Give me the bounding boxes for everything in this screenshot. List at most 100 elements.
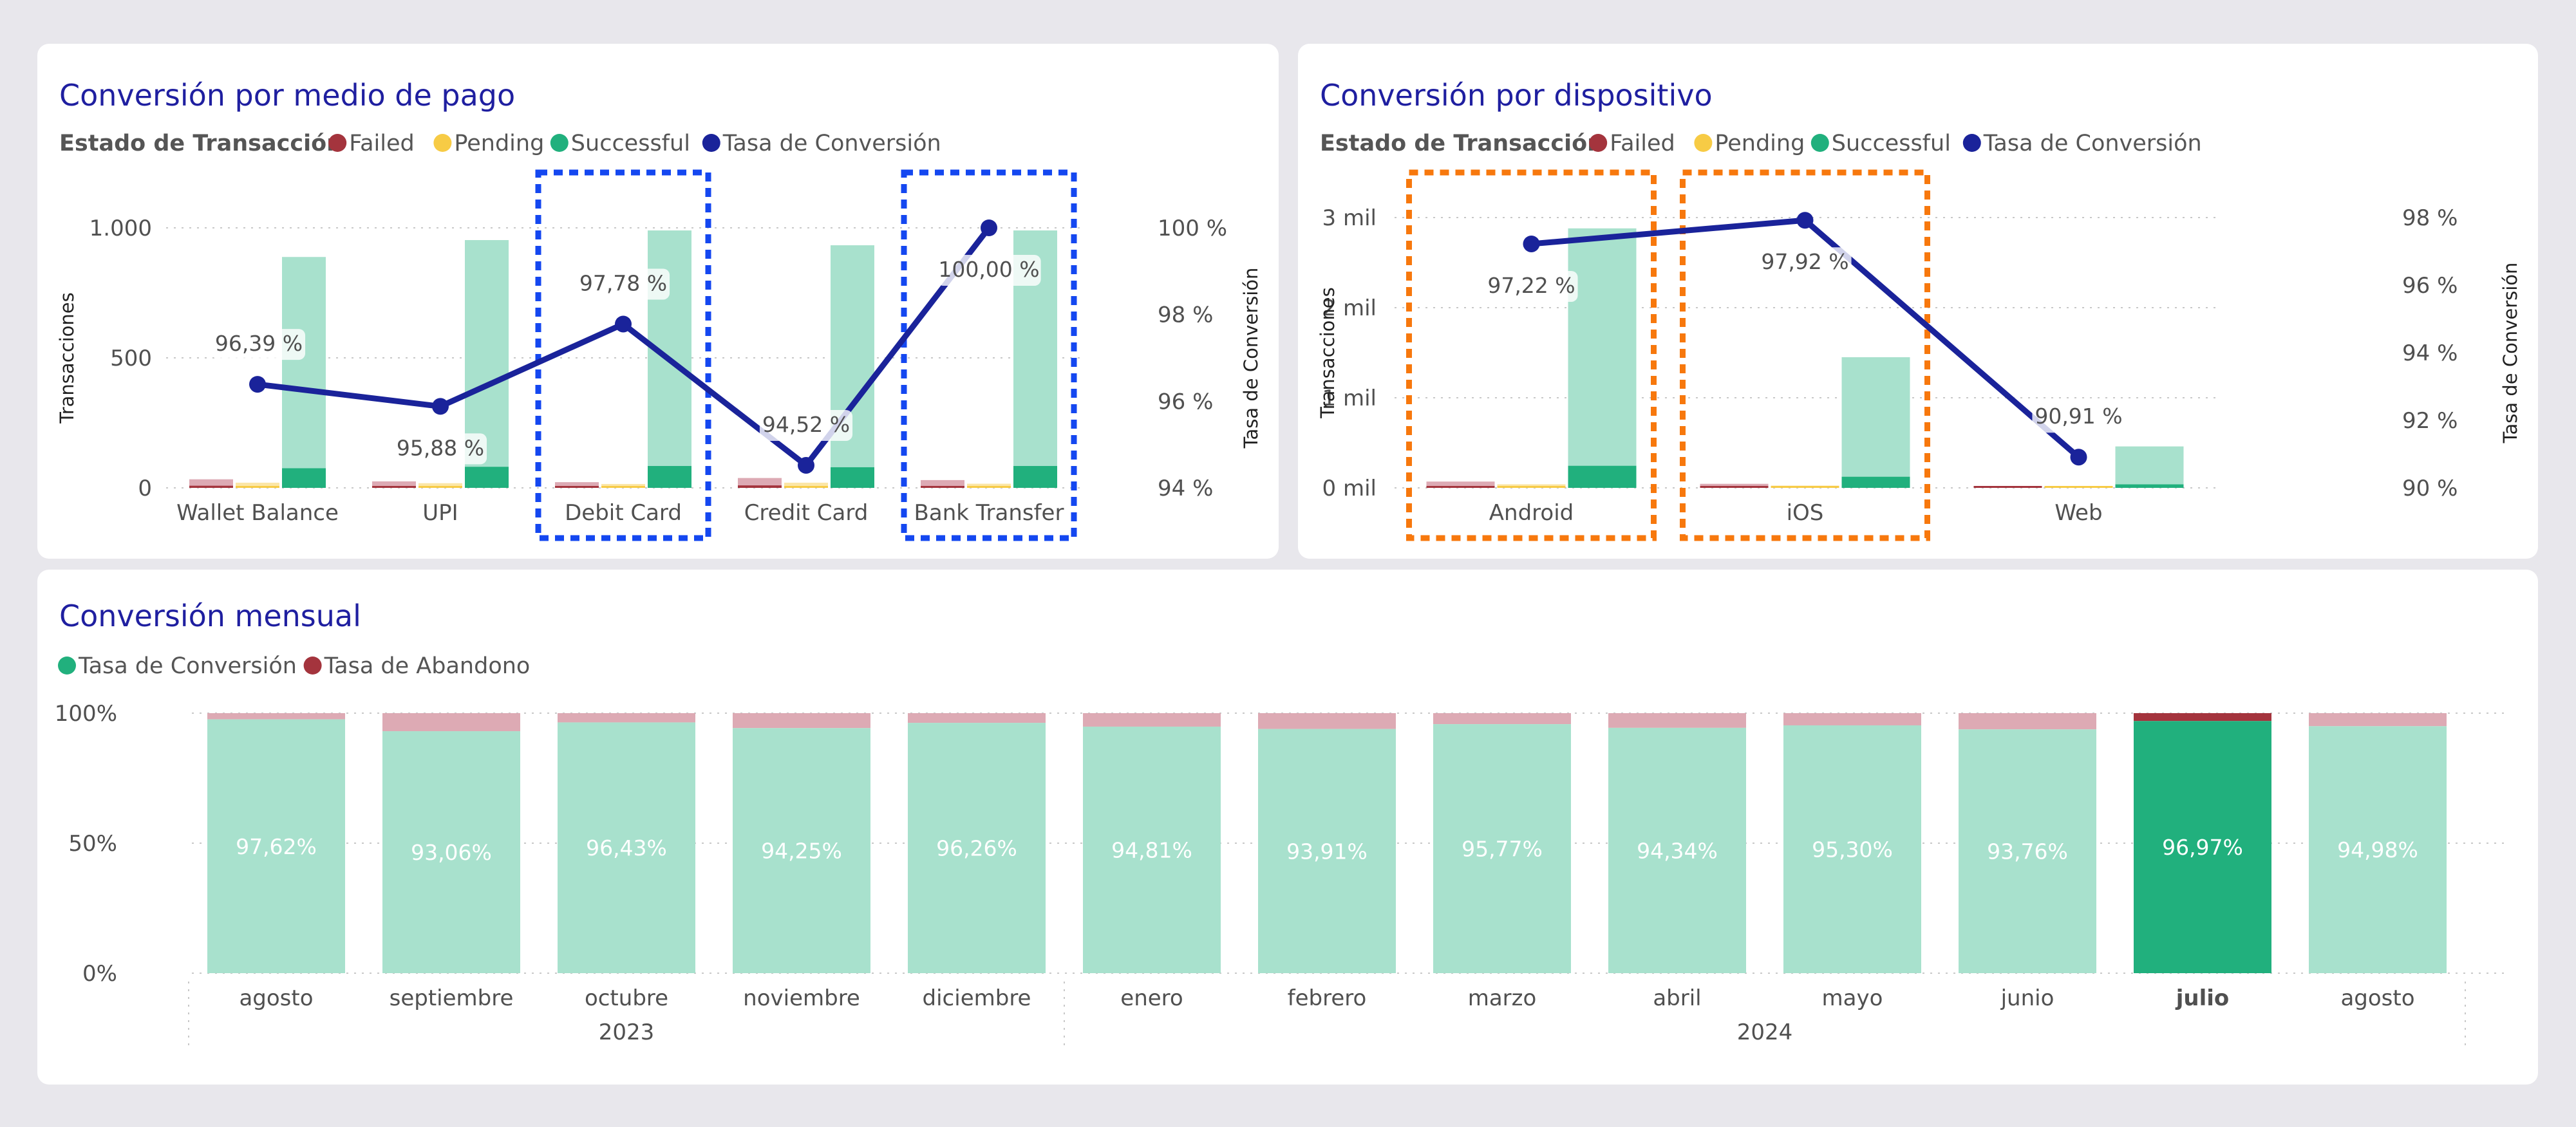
- legend-item-pending: Pending: [1715, 131, 1805, 156]
- bar-successful: [2115, 446, 2184, 488]
- x-tick-label: febrero: [1288, 985, 1367, 1011]
- chart-title: Conversión por dispositivo: [1320, 78, 1713, 113]
- legend-item-failed: Failed: [1610, 131, 1675, 156]
- x-tick-label: iOS: [1787, 500, 1824, 526]
- bar-abandon-rate: [1959, 713, 2096, 730]
- bar-abandon-rate: [1433, 713, 1571, 725]
- legend-item-successful: Successful: [1832, 131, 1951, 156]
- bar-successful-highlight: [648, 466, 691, 488]
- chart-title: Conversión mensual: [59, 599, 361, 633]
- payment-method-panel: Conversión por medio de pago Estado de Tr…: [37, 44, 1279, 559]
- bar-failed-highlight: [738, 485, 782, 488]
- x-tick-label: septiembre: [390, 985, 514, 1011]
- x-tick-label: julio: [2175, 985, 2230, 1011]
- bar-failed-highlight: [372, 486, 416, 488]
- legend-marker-tasa-de-conversi-n: [1962, 134, 1981, 152]
- bar-successful-highlight: [2115, 484, 2184, 488]
- y2-tick-label: 92 %: [2402, 408, 2458, 434]
- conversion-rate-point: [432, 398, 449, 415]
- legend-marker-tasa-de-abandono: [303, 657, 322, 675]
- bar-pending-highlight: [2044, 486, 2113, 488]
- conversion-rate-label: 95,77%: [1462, 837, 1543, 862]
- conversion-rate-label: 94,98%: [2337, 837, 2418, 862]
- y2-axis-title: Tasa de Conversión: [1240, 268, 1262, 449]
- bar-pending-highlight: [236, 486, 279, 488]
- x-tick-label: agosto: [239, 985, 313, 1011]
- conversion-rate-label: 96,26%: [936, 836, 1017, 861]
- chart-title: Conversión por medio de pago: [59, 78, 515, 113]
- bar-successful-highlight: [831, 467, 874, 488]
- y2-tick-label: 98 %: [1158, 303, 1213, 328]
- x-tick-label: marzo: [1468, 985, 1537, 1011]
- bar-successful: [1841, 357, 1910, 488]
- y-tick-label: 50%: [68, 831, 117, 857]
- y-tick-label: 0: [138, 476, 152, 501]
- y-tick-label: 500: [110, 346, 152, 371]
- year-label: 2023: [599, 1020, 655, 1045]
- x-tick-label: Android: [1489, 500, 1574, 526]
- bar-abandon-rate: [558, 713, 695, 723]
- bar-abandon-rate: [1783, 713, 1921, 725]
- bar-abandon-rate: [207, 713, 345, 720]
- monthly-chart: Conversión mensual Tasa de Conversión Tasa…: [55, 599, 2508, 1049]
- bar-failed-highlight: [1426, 486, 1495, 488]
- bar-pending-highlight: [784, 486, 828, 488]
- legend-marker-successful: [550, 134, 569, 152]
- x-tick-label: agosto: [2340, 985, 2414, 1011]
- bar-abandon-rate: [908, 713, 1046, 723]
- conversion-rate-label: 93,91%: [1286, 839, 1368, 864]
- bar-successful-highlight: [1013, 466, 1057, 488]
- bar-abandon-rate: [1083, 713, 1221, 727]
- y2-tick-label: 90 %: [2402, 476, 2458, 501]
- conversion-rate-point: [1523, 235, 1540, 252]
- x-tick-label: mayo: [1822, 985, 1883, 1011]
- y2-tick-label: 96 %: [2402, 273, 2458, 299]
- x-tick-label: Wallet Balance: [176, 500, 339, 526]
- y-tick-label: 100%: [55, 701, 117, 727]
- conversion-rate-line: [257, 226, 992, 469]
- bar-failed-highlight: [189, 485, 233, 488]
- legend-item-successful: Successful: [571, 131, 690, 156]
- x-tick-label: junio: [2000, 985, 2054, 1011]
- y-tick-label: 0 mil: [1322, 476, 1377, 501]
- y2-tick-label: 98 %: [2402, 205, 2458, 231]
- legend-marker-pending: [1694, 134, 1713, 152]
- y-tick-label: 1.000: [89, 216, 152, 241]
- conversion-rate-label: 97,22 %: [1487, 273, 1575, 298]
- bar-successful-highlight: [1841, 476, 1910, 488]
- conversion-rate-label: 100,00 %: [938, 257, 1039, 282]
- conversion-rate-label: 95,88 %: [397, 435, 484, 460]
- device-panel: Conversión por dispositivo Estado de Tran…: [1298, 44, 2538, 559]
- bar-pending-highlight: [601, 486, 645, 488]
- year-label: 2024: [1737, 1020, 1793, 1045]
- y2-tick-label: 94 %: [2402, 340, 2458, 366]
- legend-item-tasa-de-conversi-n: Tasa de Conversión: [78, 653, 297, 679]
- conversion-rate-label: 94,34%: [1637, 838, 1718, 863]
- bar-failed-highlight: [555, 486, 599, 488]
- legend-title: Estado de Transacción: [1320, 131, 1603, 156]
- conversion-rate-point: [615, 315, 632, 333]
- y2-tick-label: 94 %: [1158, 476, 1213, 501]
- bar-successful-highlight: [282, 468, 326, 488]
- legend-marker-tasa-de-conversi-n: [702, 134, 720, 152]
- legend-marker-failed: [1589, 134, 1608, 152]
- x-tick-label: Credit Card: [744, 500, 869, 526]
- bar-abandon-rate: [733, 713, 870, 729]
- bar-successful: [831, 245, 874, 488]
- conversion-rate-label: 94,81%: [1111, 837, 1192, 862]
- bar-pending-highlight: [1497, 486, 1566, 488]
- bar-failed-highlight: [921, 485, 964, 488]
- x-tick-label: enero: [1120, 985, 1183, 1011]
- conversion-rate-point: [981, 219, 997, 236]
- x-tick-label: abril: [1653, 985, 1701, 1011]
- x-tick-label: Debit Card: [565, 500, 682, 526]
- bar-successful: [282, 257, 326, 488]
- bar-pending-highlight: [967, 486, 1011, 488]
- conversion-rate-point: [2070, 449, 2087, 466]
- conversion-rate-label: 90,91 %: [2035, 404, 2122, 429]
- bar-failed-highlight: [1973, 486, 2042, 488]
- bar-abandon-rate: [2309, 713, 2447, 727]
- conversion-rate-label: 97,78 %: [579, 270, 667, 295]
- bar-successful-highlight: [1568, 465, 1637, 488]
- legend-marker-successful: [1810, 134, 1829, 152]
